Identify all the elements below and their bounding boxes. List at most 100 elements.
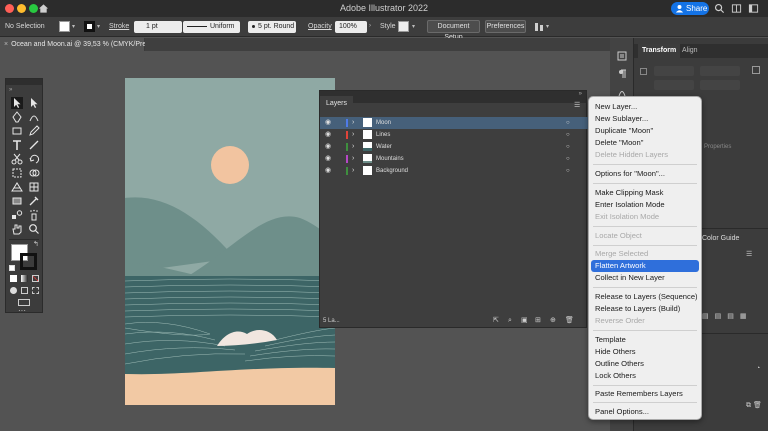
menu-item-new-layer[interactable]: New Layer... (591, 101, 699, 113)
variable-width-profile-select[interactable]: Uniform (183, 21, 240, 33)
stroke-dropdown-icon[interactable]: ▾ (97, 23, 100, 30)
user-profile-icon[interactable]: ◔ (756, 365, 760, 372)
fill-color-mode-icon[interactable] (10, 275, 17, 282)
draw-inside-icon[interactable] (32, 287, 39, 294)
tools-collapse-icon[interactable]: » (9, 87, 23, 95)
zoom-tool-icon[interactable] (28, 223, 40, 235)
tab-align[interactable]: Align (678, 44, 702, 58)
panel-menu-icon[interactable]: ☰ (574, 102, 583, 110)
layers-mini-icons[interactable]: ⧉ 🗑 (746, 401, 762, 410)
stroke-swatch[interactable] (84, 21, 95, 32)
symbol-sprayer-tool-icon[interactable] (28, 209, 40, 221)
tab-transform[interactable]: Transform (638, 44, 681, 58)
swatches-library-icon[interactable]: ☰ (746, 251, 756, 259)
layer-row-mountains[interactable]: ◉ › Mountains ○ (320, 153, 588, 165)
menu-item-release-sequence[interactable]: Release to Layers (Sequence) (591, 291, 699, 303)
stroke-color-box[interactable] (20, 253, 37, 270)
share-button[interactable]: Share (671, 2, 709, 15)
curvature-tool-icon[interactable] (28, 111, 40, 123)
pencil-tool-icon[interactable] (28, 125, 40, 137)
panel-collapse-icon[interactable]: » (579, 91, 582, 97)
tab-color-guide[interactable]: Color Guide (702, 235, 739, 242)
layers-panel-header[interactable]: » (320, 91, 586, 103)
rotate-tool-icon[interactable] (28, 153, 40, 165)
fill-swatch[interactable] (59, 21, 70, 32)
target-icon[interactable]: ○ (566, 117, 570, 129)
new-layer-icon[interactable]: ⊕ (550, 315, 556, 327)
arrange-documents-icon[interactable] (731, 3, 742, 14)
panel-options-icon[interactable] (752, 66, 760, 74)
tools-panel-grip[interactable] (6, 79, 42, 85)
visibility-eye-icon[interactable]: ◉ (325, 129, 331, 141)
gradient-tool-icon[interactable] (11, 195, 23, 207)
visibility-eye-icon[interactable]: ◉ (325, 165, 331, 177)
menu-item-duplicate-layer[interactable]: Duplicate "Moon" (591, 125, 699, 137)
locate-object-icon[interactable]: ⌕ (508, 315, 512, 327)
menu-item-delete-layer[interactable]: Delete "Moon" (591, 137, 699, 149)
draw-normal-icon[interactable] (10, 287, 17, 294)
target-icon[interactable]: ○ (566, 129, 570, 141)
type-tool-icon[interactable] (11, 139, 23, 151)
line-segment-tool-icon[interactable] (28, 139, 40, 151)
height-field[interactable] (700, 80, 740, 90)
brush-definition-select[interactable]: 5 pt. Round (248, 21, 296, 33)
layer-name[interactable]: Background (376, 165, 408, 177)
expand-chevron-icon[interactable]: › (352, 165, 354, 177)
workspace-switcher-icon[interactable] (748, 3, 759, 14)
layer-name[interactable]: Moon (376, 117, 391, 129)
x-field[interactable] (654, 66, 694, 76)
layer-name[interactable]: Mountains (376, 153, 404, 165)
menu-item-outline-others[interactable]: Outline Others (591, 358, 699, 370)
selection-tool-icon[interactable] (11, 97, 23, 109)
visibility-eye-icon[interactable]: ◉ (325, 117, 331, 129)
menu-item-make-clipping-mask[interactable]: Make Clipping Mask (591, 187, 699, 199)
layer-name[interactable]: Lines (376, 129, 390, 141)
delete-layer-icon[interactable]: 🗑 (565, 315, 574, 327)
none-mode-icon[interactable] (32, 275, 39, 282)
hand-tool-icon[interactable] (11, 223, 23, 235)
target-icon[interactable]: ○ (566, 165, 570, 177)
swap-fill-stroke-icon[interactable]: ↰ (33, 240, 39, 248)
menu-item-panel-options[interactable]: Panel Options... (591, 406, 699, 418)
expand-chevron-icon[interactable]: › (352, 117, 354, 129)
layer-row-background[interactable]: ◉ › Background ○ (320, 165, 588, 177)
menu-item-collect-in-new-layer[interactable]: Collect in New Layer (591, 272, 699, 284)
draw-behind-icon[interactable] (21, 287, 28, 294)
y-field[interactable] (700, 66, 740, 76)
scissors-tool-icon[interactable] (11, 153, 23, 165)
layer-row-water[interactable]: ◉ › Water ○ (320, 141, 588, 153)
stroke-label[interactable]: Stroke (109, 23, 129, 30)
tab-layers[interactable]: Layers (320, 96, 354, 111)
menu-item-new-sublayer[interactable]: New Sublayer... (591, 113, 699, 125)
width-field[interactable] (654, 80, 694, 90)
stroke-weight-field[interactable]: 1 pt (134, 21, 182, 33)
document-tab[interactable]: × Ocean and Moon.ai @ 39,53 % (CMYK/Previ… (0, 38, 163, 51)
menu-item-paste-remembers-layers[interactable]: Paste Remembers Layers (591, 388, 699, 400)
direct-selection-tool-icon[interactable] (28, 97, 40, 109)
mesh-tool-icon[interactable] (28, 181, 40, 193)
expand-chevron-icon[interactable]: › (352, 153, 354, 165)
eyedropper-tool-icon[interactable] (28, 195, 40, 207)
shape-builder-tool-icon[interactable] (28, 167, 40, 179)
layer-row-lines[interactable]: ◉ › Lines ○ (320, 129, 588, 141)
menu-item-flatten-artwork[interactable]: Flatten Artwork (591, 260, 699, 272)
fill-dropdown-icon[interactable]: ▾ (72, 23, 75, 30)
graphic-style-swatch[interactable] (398, 21, 409, 32)
document-setup-button[interactable]: Document Setup (427, 20, 480, 41)
align-dropdown-icon[interactable]: ▾ (546, 23, 549, 30)
menu-item-layer-options[interactable]: Options for "Moon"... (591, 168, 699, 180)
search-icon[interactable] (714, 3, 725, 14)
opacity-label[interactable]: Opacity (308, 23, 332, 30)
expand-chevron-icon[interactable]: › (352, 141, 354, 153)
blend-tool-icon[interactable] (11, 209, 23, 221)
export-icon[interactable]: ⇱ (493, 315, 499, 327)
paragraph-icon[interactable] (616, 68, 628, 80)
default-colors-icon[interactable] (9, 265, 15, 271)
opacity-dropdown-icon[interactable]: › (369, 23, 371, 29)
gradient-mode-icon[interactable] (21, 275, 28, 282)
edit-toolbar-icon[interactable]: ··· (18, 307, 26, 315)
artboard[interactable] (125, 78, 335, 405)
menu-item-release-build[interactable]: Release to Layers (Build) (591, 303, 699, 315)
new-sublayer-icon[interactable]: ⊞ (535, 315, 541, 327)
make-clipping-mask-icon[interactable]: ▣ (521, 315, 528, 327)
